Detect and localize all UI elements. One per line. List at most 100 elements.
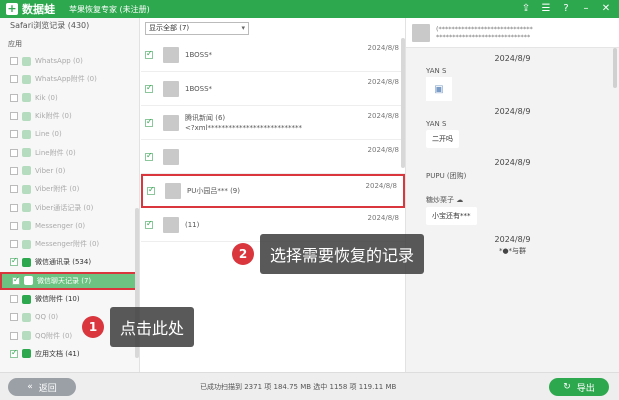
sidebar-item-label: Safari浏览记录 (430) (10, 20, 90, 30)
sidebar-item[interactable]: Line (0) (0, 125, 139, 143)
scan-status: 已成功扫描到 2371 项 184.75 MB 选中 1158 项 119.11… (200, 383, 397, 391)
sidebar-item[interactable]: Kik (0) (0, 89, 139, 107)
sidebar-item[interactable]: Messenger附件 (0) (0, 235, 139, 253)
list-item-date: 2024/8/8 (367, 146, 399, 154)
sidebar-item-label: Kik附件 (0) (35, 112, 72, 121)
app-icon (22, 294, 31, 304)
image-message[interactable]: ▣ (426, 77, 452, 101)
sidebar-item-label: Viber (0) (35, 166, 66, 175)
checkbox[interactable] (147, 185, 155, 195)
sidebar-item[interactable]: Line附件 (0) (0, 143, 139, 161)
app-title: 苹果恢复专家 (未注册) (69, 4, 150, 14)
avatar (163, 148, 179, 165)
close-icon[interactable]: ✕ (599, 2, 613, 16)
export-icon: ↻ (563, 382, 571, 392)
step-badge: 2 (232, 243, 254, 265)
plus-icon: + (6, 2, 18, 15)
sidebar-item[interactable]: Viber附件 (0) (0, 180, 139, 198)
checkbox[interactable] (10, 112, 18, 121)
checkbox[interactable] (145, 151, 153, 161)
back-button[interactable]: « 返回 (8, 378, 76, 396)
checkbox[interactable] (10, 295, 18, 303)
checkbox[interactable] (10, 256, 18, 267)
app-icon (22, 74, 31, 84)
sidebar-item[interactable]: Messenger (0) (0, 217, 139, 235)
app-icon (22, 312, 31, 322)
checkbox[interactable] (10, 57, 18, 66)
sidebar-item[interactable]: WhatsApp (0) (0, 52, 139, 70)
app-icon (22, 257, 31, 267)
sidebar-item[interactable]: 应用文档 (41) (0, 345, 139, 363)
sidebar-item[interactable]: Viber (0) (0, 162, 139, 180)
export-button[interactable]: ↻ 导出 (549, 378, 609, 396)
chat-sender: YAN S (426, 120, 447, 128)
sidebar-item-label: Line (0) (35, 130, 62, 139)
brand-name: 数据蛙 (22, 3, 55, 16)
checkbox[interactable] (10, 93, 18, 102)
checkbox[interactable] (145, 117, 153, 127)
app-icon (22, 129, 31, 139)
sidebar-item[interactable]: 微信聊天记录 (7) (0, 271, 139, 290)
checkbox[interactable] (10, 313, 18, 322)
chat-footer-text: *●*与群 (498, 247, 527, 255)
checkbox[interactable] (145, 49, 153, 59)
app-icon (22, 331, 31, 341)
list-item-date: 2024/8/8 (365, 182, 397, 190)
checkbox[interactable] (10, 130, 18, 139)
sidebar-item[interactable]: 微信通讯录 (534) (0, 253, 139, 271)
chat-sender: PUPU (团购) (426, 172, 467, 180)
sidebar-item-label: 应用文档 (41) (35, 349, 80, 358)
minimize-icon[interactable]: – (579, 2, 593, 16)
sidebar-item[interactable]: Viber通话记录 (0) (0, 198, 139, 216)
list-item-date: 2024/8/8 (367, 44, 399, 52)
menu-icon[interactable]: ☰ (539, 2, 553, 16)
app-icon (22, 166, 31, 176)
checkbox[interactable] (10, 166, 18, 175)
app-logo: + 数据蛙 (6, 1, 55, 17)
export-button-label: 导出 (576, 383, 595, 394)
checkbox[interactable] (10, 240, 18, 249)
app-icon (22, 111, 31, 121)
share-icon[interactable]: ⇪ (519, 2, 533, 16)
sidebar-item-safari[interactable]: Safari浏览记录 (430) (0, 18, 139, 32)
checkbox[interactable] (12, 275, 20, 285)
chat-date: 2024/8/9 (494, 158, 531, 167)
checkbox[interactable] (10, 185, 18, 194)
filter-select[interactable]: 显示全部 (7) (145, 21, 249, 35)
app-icon (22, 93, 31, 103)
checkbox[interactable] (10, 75, 18, 84)
list-item[interactable]: 1BOSS*2024/8/8 (141, 38, 405, 72)
help-icon[interactable]: ? (559, 2, 573, 16)
checkbox[interactable] (145, 219, 153, 229)
avatar (165, 183, 181, 199)
callout-text: 点击此处 (110, 307, 195, 347)
avatar (163, 216, 179, 233)
sidebar-item[interactable]: 微信附件 (10) (0, 290, 139, 308)
sidebar-item-label: WhatsApp附件 (0) (35, 75, 97, 84)
list-item[interactable]: PU小园吕*** (9)2024/8/8 (141, 174, 405, 208)
app-icon (22, 184, 31, 194)
back-button-label: 返回 (38, 383, 57, 394)
checkbox[interactable] (145, 83, 153, 93)
list-item[interactable]: 2024/8/8 (141, 140, 405, 174)
checkbox[interactable] (10, 331, 18, 340)
sidebar-item-label: WhatsApp (0) (35, 57, 83, 66)
title-bar: + 数据蛙 苹果恢复专家 (未注册) ⇪ ☰ ? – ✕ (0, 0, 619, 18)
list-item[interactable]: 腾讯新闻 (6)<?xml***************************… (141, 106, 405, 140)
checkbox[interactable] (10, 348, 18, 358)
sidebar-item[interactable]: Kik附件 (0) (0, 107, 139, 125)
sidebar-item-label: Line附件 (0) (35, 148, 76, 157)
callout-step-1: 1 点击此处 (82, 307, 195, 347)
chat-scrollbar[interactable] (613, 48, 617, 88)
checkbox[interactable] (10, 148, 18, 157)
checkbox[interactable] (10, 221, 18, 230)
avatar (163, 114, 179, 131)
app-icon (22, 203, 31, 213)
chat-date: 2024/8/9 (494, 235, 531, 244)
checkbox[interactable] (10, 203, 18, 212)
sidebar-item[interactable]: WhatsApp附件 (0) (0, 70, 139, 88)
chat-sender: 糖炒栗子 ☁ (426, 196, 464, 204)
chat-header-text: (***************************** *********… (436, 24, 533, 41)
list-item[interactable]: 1BOSS*2024/8/8 (141, 72, 405, 106)
callout-step-2: 2 选择需要恢复的记录 (232, 234, 425, 274)
